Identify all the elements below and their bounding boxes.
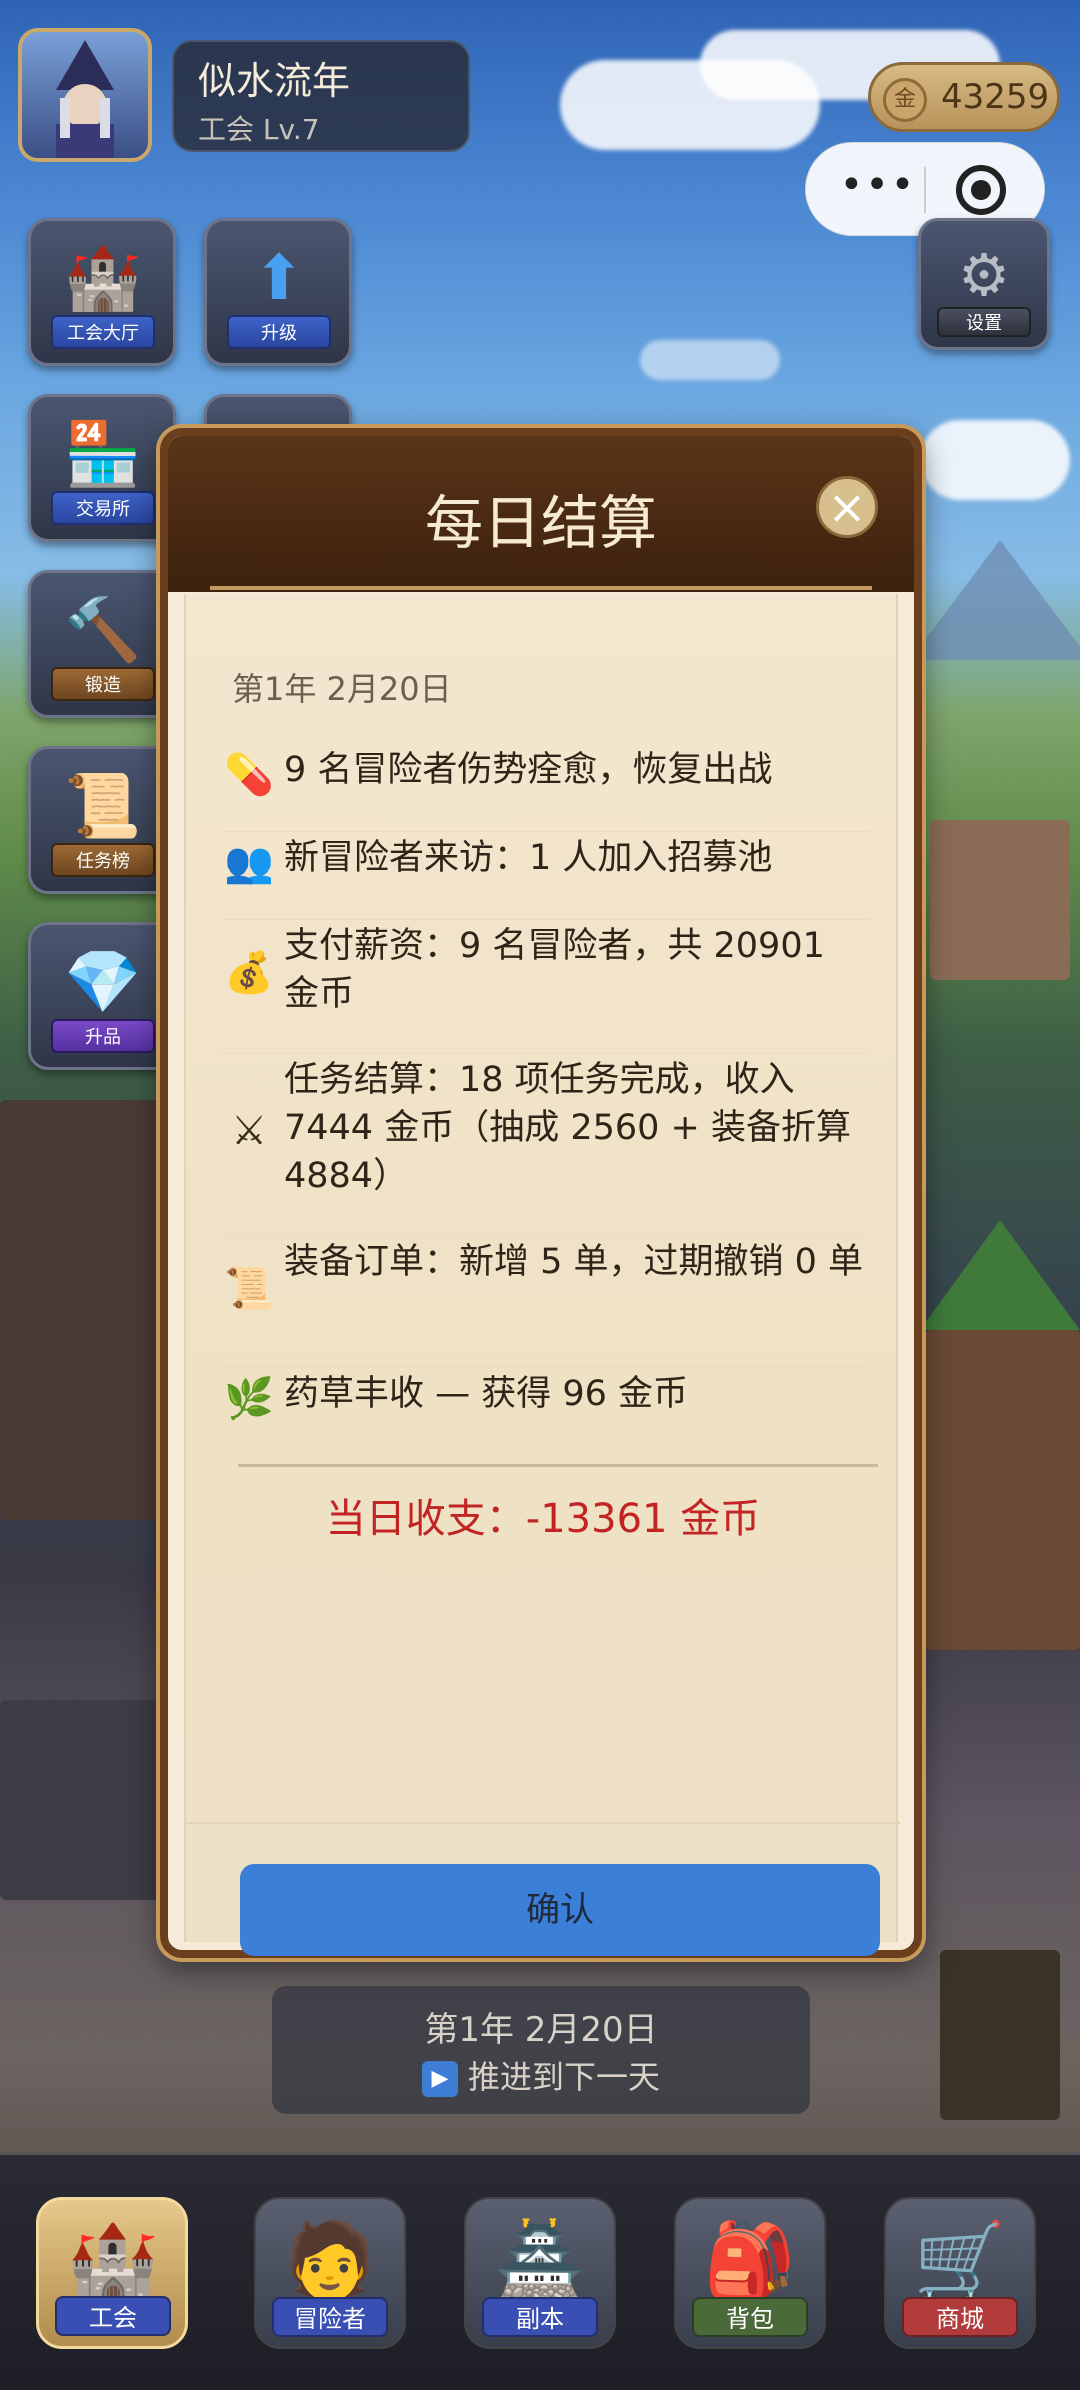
money-bag-icon: 💰 [224,950,274,996]
divider [238,1464,878,1467]
player-info-card: 似水流年 工会 Lv.7 [172,40,470,152]
side-label: 锻造 [51,667,155,701]
event-text: 9 名冒险者伤势痊愈，恢复出战 [284,750,773,790]
guild-level: 工会 Lv.7 [198,113,320,146]
nav-label: 背包 [692,2297,808,2337]
side-label: 升级 [227,315,331,349]
side-guild-hall-button[interactable]: 🏰 工会大厅 [28,218,176,366]
crossed-swords-icon: ⚔ [231,1108,267,1154]
nav-backpack[interactable]: 🎒 背包 [674,2197,826,2349]
roof [920,1220,1080,1330]
anvil-shape [0,1700,160,1900]
next-day-label: 推进到下一天 [467,2058,660,2096]
capsule-divider [924,167,926,213]
player-avatar[interactable] [18,28,152,162]
nav-adventurers[interactable]: 🧑 冒险者 [254,2197,406,2349]
dialog-header: 每日结算 × [168,436,914,592]
nav-shop[interactable]: 🛒 商城 [884,2197,1036,2349]
header-underline [210,586,872,590]
shopping-cart-icon: 🛒 [913,2218,1007,2304]
house [0,1100,170,1520]
side-label: 任务榜 [51,843,155,877]
arrow-up-icon: ⬆ [253,241,305,314]
nav-guild[interactable]: 🏰 工会 [36,2197,188,2349]
dialog-body: 第1年 2月20日 💊 9 名冒险者伤势痊愈，恢复出战 👥 新冒险者来访：1 人… [184,594,900,1956]
side-settings-button[interactable]: ⚙ 设置 [918,218,1050,350]
day-advance-panel[interactable]: 第1年 2月20日 ▶ 推进到下一天 [272,1986,810,2114]
event-text: 药草丰收 — 获得 96 金币 [284,1374,689,1414]
dialog-title: 每日结算 [424,489,657,557]
side-label: 升品 [51,1019,155,1053]
play-icon: ▶ [421,2061,458,2097]
diamond-icon: 💎 [64,945,142,1018]
current-date: 第1年 2月20日 [424,2010,658,2050]
event-text: 装备订单：新增 5 单，过期撤销 0 单 [284,1242,864,1282]
bottom-nav: 🏰 工会 🧑 冒险者 🏯 副本 🎒 背包 🛒 商城 [0,2152,1080,2390]
event-item: 🌿 药草丰收 — 获得 96 金币 [220,1370,870,1456]
nav-label: 冒险者 [272,2297,388,2337]
hero-icon: 🧑 [283,2218,377,2304]
pill-icon: 💊 [224,752,274,798]
event-item: 📜 装备订单：新增 5 单，过期撤销 0 单 [220,1238,870,1368]
next-day-button[interactable]: ▶ 推进到下一天 [272,2052,810,2098]
event-text: 任务结算：18 项任务完成，收入 7444 金币（抽成 2560 + 装备折算 … [284,1060,851,1196]
mountain [910,540,1080,660]
quest-board-icon: 📜 [64,769,142,842]
close-icon: × [827,480,867,534]
nav-dungeon[interactable]: 🏯 副本 [464,2197,616,2349]
side-quest-board-button[interactable]: 📜 任务榜 [28,746,176,894]
target-circle-icon[interactable] [956,165,1006,215]
event-text: 新冒险者来访：1 人加入招募池 [284,838,773,878]
lantern-post [940,1950,1060,2120]
close-button[interactable]: × [816,476,878,538]
side-upgrade-button[interactable]: ⬆ 升级 [204,218,352,366]
event-text: 支付薪资：9 名冒险者，共 20901 金币 [284,926,825,1014]
nav-label: 副本 [482,2297,598,2337]
gold-coin-icon: 金 [883,78,927,122]
more-dots-icon[interactable]: ••• [838,165,918,213]
side-forge-button[interactable]: 🔨 锻造 [28,570,176,718]
side-label: 设置 [937,307,1031,337]
nav-label: 工会 [55,2296,171,2336]
cloud [640,340,780,380]
side-label: 交易所 [51,491,155,525]
event-item: ⚔ 任务结算：18 项任务完成，收入 7444 金币（抽成 2560 + 装备折… [220,1056,870,1236]
footer-divider [186,1822,900,1824]
daily-settlement-dialog: 每日结算 × 第1年 2月20日 💊 9 名冒险者伤势痊愈，恢复出战 👥 新冒险… [160,428,922,1958]
backpack-icon: 🎒 [703,2218,797,2304]
side-promote-button[interactable]: 💎 升品 [28,922,176,1070]
wizard-avatar-icon [56,40,114,158]
scroll-icon: 📜 [224,1266,274,1312]
users-icon: 👥 [224,840,274,886]
nav-label: 商城 [902,2297,1018,2337]
market-stall-icon: 🏪 [64,417,142,490]
event-item: 👥 新冒险者来访：1 人加入招募池 [220,834,870,920]
event-item: 💰 支付薪资：9 名冒险者，共 20901 金币 [220,922,870,1054]
dungeon-gate-icon: 🏯 [493,2218,587,2304]
settlement-date: 第1年 2月20日 [232,670,452,708]
gold-balance: 金 43259 [868,62,1060,132]
anvil-icon: 🔨 [64,593,142,666]
house [925,1330,1080,1650]
castle-icon: 🏰 [64,241,142,314]
cloud [920,420,1070,500]
event-item: 💊 9 名冒险者伤势痊愈，恢复出战 [220,746,870,832]
gold-amount: 43259 [941,77,1050,117]
house [930,820,1070,980]
side-exchange-button[interactable]: 🏪 交易所 [28,394,176,542]
herb-icon: 🌿 [224,1376,274,1422]
daily-total: 当日收支：-13361 金币 [325,1496,761,1542]
player-name: 似水流年 [198,59,351,103]
confirm-button[interactable]: 确认 [240,1864,880,1956]
side-label: 工会大厅 [51,315,155,349]
